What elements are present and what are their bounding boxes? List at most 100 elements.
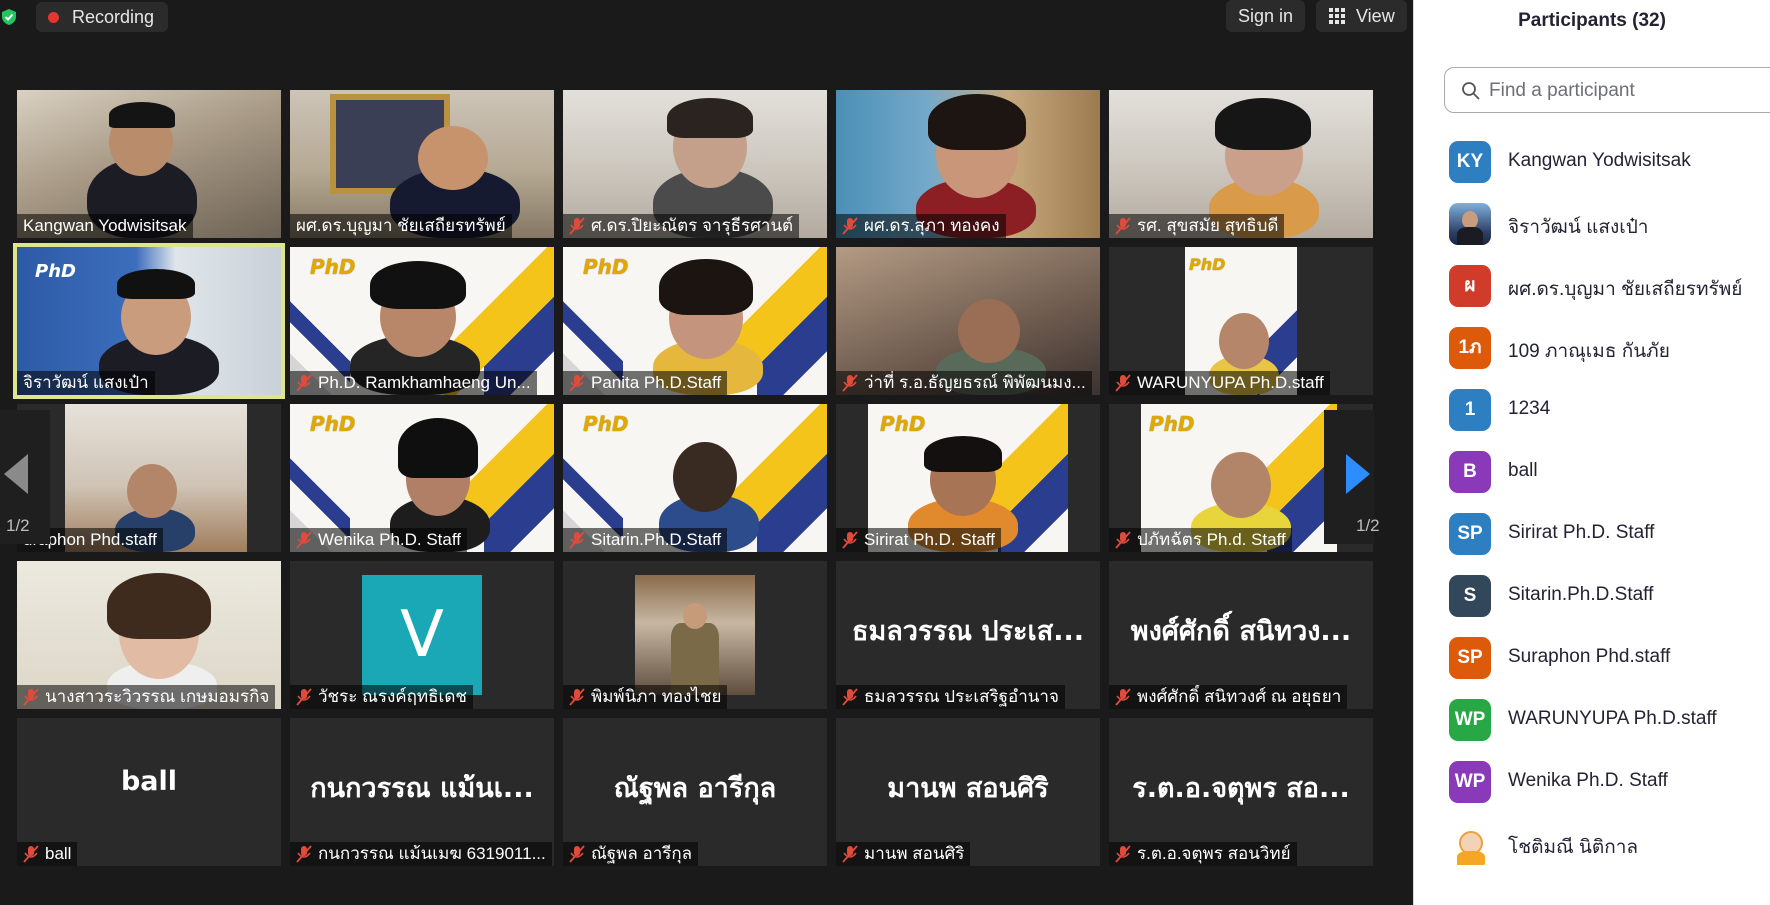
muted-mic-icon — [842, 531, 858, 549]
video-tile[interactable]: V วัชระ ณรงค์ฤทธิเดช — [290, 561, 554, 709]
video-tile[interactable]: Kangwan Yodwisitsak — [17, 90, 281, 238]
participant-name: WARUNYUPA Ph.D.staff — [1508, 708, 1717, 729]
meeting-toolbar-edge — [0, 899, 1413, 905]
page-indicator-left: 1/2 — [6, 516, 30, 535]
muted-mic-icon — [842, 688, 858, 706]
participant-initials-avatar: B — [1449, 451, 1491, 493]
video-tile[interactable]: PhD Sitarin.Ph.D.Staff — [563, 404, 827, 552]
video-tile[interactable]: uraphon Phd.staff — [17, 404, 281, 552]
participant-photo-avatar — [1449, 203, 1491, 245]
participant-initials-avatar: WP — [1449, 761, 1491, 803]
video-tile[interactable]: PhD Sirirat Ph.D. Staff — [836, 404, 1100, 552]
participant-initials-avatar: ผ — [1449, 265, 1491, 307]
participant-name-label: ผศ.ดร.บุญมา ชัยเสถียรทรัพย์ — [290, 214, 512, 238]
view-label: View — [1356, 6, 1395, 26]
participant-row[interactable]: KY Kangwan Yodwisitsak — [1414, 130, 1770, 192]
participant-name-label: วัชระ ณรงค์ฤทธิเดช — [290, 685, 473, 709]
video-tile[interactable]: ว่าที่ ร.อ.ธัญยธรณ์ พิพัฒนมง... — [836, 247, 1100, 395]
encryption-shield-icon[interactable] — [0, 8, 18, 26]
participant-search-box[interactable] — [1444, 67, 1770, 113]
recording-dot-icon — [48, 12, 59, 23]
video-tile[interactable]: นางสาวระวิวรรณ เกษมอมรกิจ — [17, 561, 281, 709]
participant-name: Wenika Ph.D. Staff — [1508, 770, 1668, 791]
video-tile[interactable]: รศ. สุขสมัย สุทธิบดี — [1109, 90, 1373, 238]
participant-avatar: V — [362, 575, 482, 695]
video-tile[interactable]: ร.ต.อ.จตุพร สอ... ร.ต.อ.จตุพร สอนวิทย์ — [1109, 718, 1373, 866]
video-tile[interactable]: PhD Wenika Ph.D. Staff — [290, 404, 554, 552]
participant-name: 1234 — [1508, 398, 1551, 419]
participant-initials-avatar: KY — [1449, 141, 1491, 183]
muted-mic-icon — [569, 374, 585, 392]
arrow-right-icon — [1346, 454, 1370, 494]
video-tile[interactable]: พิมพ์นิภา ทองไชย — [563, 561, 827, 709]
participant-row[interactable]: SP Suraphon Phd.staff — [1414, 626, 1770, 688]
participant-name: Sitarin.Ph.D.Staff — [1508, 584, 1654, 605]
video-tile[interactable]: มานพ สอนศิริ มานพ สอนศิริ — [836, 718, 1100, 866]
participant-initials-avatar: WP — [1449, 699, 1491, 741]
participant-search-input[interactable] — [1489, 78, 1749, 104]
recording-indicator[interactable]: Recording — [36, 2, 169, 32]
video-tile[interactable]: PhD Ph.D. Ramkhamhaeng Un... — [290, 247, 554, 395]
video-tile-active-speaker[interactable]: PhD จิราวัฒน์ แสงเป๋า — [13, 243, 285, 399]
muted-mic-icon — [23, 688, 39, 706]
muted-mic-icon — [296, 688, 312, 706]
participant-name-label: Sitarin.Ph.D.Staff — [563, 528, 728, 552]
participant-name: จิราวัฒน์ แสงเป๋า — [1508, 217, 1649, 238]
participant-row[interactable]: ผ ผศ.ดร.บุญมา ชัยเสถียรทรัพย์ — [1414, 254, 1770, 316]
participant-row[interactable]: 1ภ 109 ภาณุเมธ กันภัย — [1414, 316, 1770, 378]
muted-mic-icon — [569, 688, 585, 706]
participant-row[interactable]: S Sitarin.Ph.D.Staff — [1414, 564, 1770, 626]
participant-row[interactable]: WP Wenika Ph.D. Staff — [1414, 750, 1770, 812]
muted-mic-icon — [569, 531, 585, 549]
muted-mic-icon — [1115, 374, 1131, 392]
participant-name-label: จิราวัฒน์ แสงเป๋า — [17, 371, 155, 395]
participant-name-label: พงศ์ศักดิ์ สนิทวงศ์ ณ อยุธยา — [1109, 685, 1348, 709]
video-tile[interactable]: ณัฐพล อารีกุล ณัฐพล อารีกุล — [563, 718, 827, 866]
muted-mic-icon — [296, 845, 312, 863]
participant-name-label: Ph.D. Ramkhamhaeng Un... — [290, 371, 537, 395]
arrow-left-icon — [4, 454, 28, 494]
participant-display-name: กนกวรรณ แม้นเ... — [310, 773, 534, 804]
participant-row[interactable]: โชติมณี นิติกาล — [1414, 812, 1770, 874]
participant-name-label: พิมพ์นิภา ทองไชย — [563, 685, 728, 709]
video-tile[interactable]: ธมลวรรณ ประเส... ธมลวรรณ ประเสริฐอำนาจ — [836, 561, 1100, 709]
participant-row[interactable]: 1 1234 — [1414, 378, 1770, 440]
video-tile[interactable]: ผศ.ดร.บุญมา ชัยเสถียรทรัพย์ — [290, 90, 554, 238]
video-tile[interactable]: PhD WARUNYUPA Ph.D.staff — [1109, 247, 1373, 395]
participant-name-label: กนกวรรณ แม้นเมฆ 6319011... — [290, 842, 552, 866]
muted-mic-icon — [23, 845, 39, 863]
participant-name-label: ศ.ดร.ปิยะณัตร จารุธีรศานต์ — [563, 214, 800, 238]
muted-mic-icon — [842, 845, 858, 863]
muted-mic-icon — [842, 217, 858, 235]
video-tile[interactable]: กนกวรรณ แม้นเ... กนกวรรณ แม้นเมฆ 6319011… — [290, 718, 554, 866]
video-tile[interactable]: พงศ์ศักดิ์ สนิทวง... พงศ์ศักดิ์ สนิทวงศ์… — [1109, 561, 1373, 709]
participants-panel: Participants (32) KY Kangwan Yodwisitsak… — [1413, 0, 1770, 905]
participant-name-label: ธมลวรรณ ประเสริฐอำนาจ — [836, 685, 1065, 709]
zoom-meeting-window: Recording Sign in View Kangwan Yodwisits… — [0, 0, 1770, 905]
participant-row[interactable]: จิราวัฒน์ แสงเป๋า — [1414, 192, 1770, 254]
sign-in-button[interactable]: Sign in — [1226, 0, 1306, 32]
video-tile[interactable]: ผศ.ดร.สุภา ทองคง — [836, 90, 1100, 238]
participant-name-label: ผศ.ดร.สุภา ทองคง — [836, 214, 1006, 238]
muted-mic-icon — [1115, 845, 1131, 863]
participant-row[interactable]: B ball — [1414, 440, 1770, 502]
participant-display-name: พงศ์ศักดิ์ สนิทวง... — [1130, 616, 1352, 647]
video-tile[interactable]: PhD Panita Ph.D.Staff — [563, 247, 827, 395]
participant-name: โชติมณี นิติกาล — [1508, 837, 1639, 858]
video-tile[interactable]: ศ.ดร.ปิยะณัตร จารุธีรศานต์ — [563, 90, 827, 238]
video-tile[interactable]: ball ball — [17, 718, 281, 866]
participant-row[interactable]: WP WARUNYUPA Ph.D.staff — [1414, 688, 1770, 750]
participant-display-name: ball — [120, 766, 178, 797]
participant-name: 109 ภาณุเมธ กันภัย — [1508, 341, 1670, 362]
recording-label: Recording — [72, 7, 155, 27]
participant-row[interactable]: SP Sirirat Ph.D. Staff — [1414, 502, 1770, 564]
participant-display-name: ร.ต.อ.จตุพร สอ... — [1132, 773, 1350, 804]
video-gallery: Kangwan Yodwisitsak ผศ.ดร.บุญมา ชัยเสถีย… — [13, 90, 1373, 870]
participant-name: Suraphon Phd.staff — [1508, 646, 1671, 667]
participant-name-label: ว่าที่ ร.อ.ธัญยธรณ์ พิพัฒนมง... — [836, 371, 1092, 395]
participants-title: Participants (32) — [1518, 10, 1666, 31]
view-button[interactable]: View — [1316, 0, 1407, 32]
meeting-area: Recording Sign in View Kangwan Yodwisits… — [0, 0, 1413, 905]
participant-initials-avatar: S — [1449, 575, 1491, 617]
page-indicator-right: 1/2 — [1356, 516, 1380, 535]
